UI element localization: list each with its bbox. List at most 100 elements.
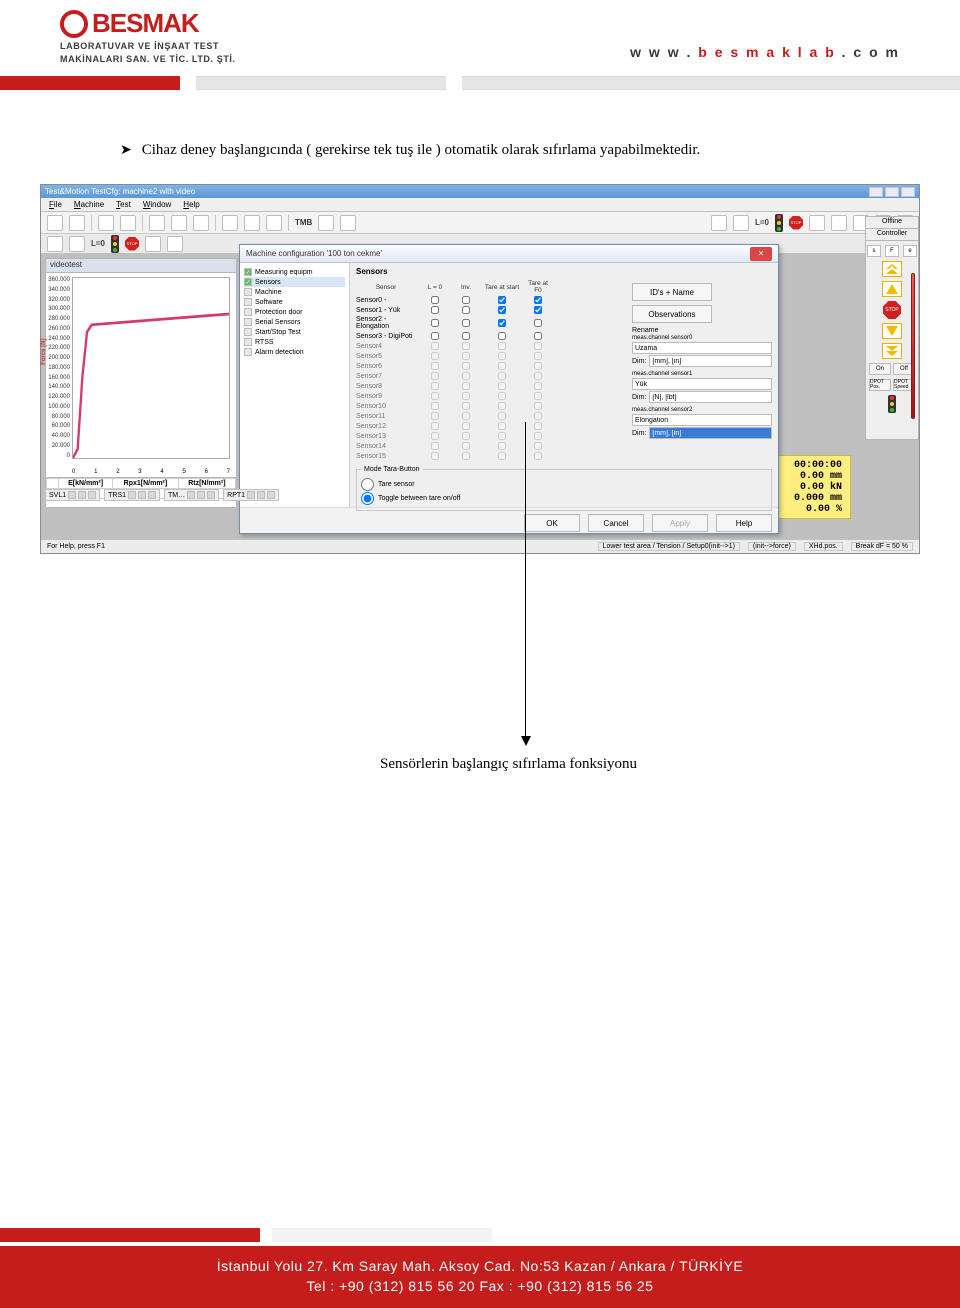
cancel-button[interactable]: Cancel — [588, 514, 644, 532]
sensor-checkbox[interactable] — [534, 332, 542, 340]
sensor-label: Sensor1 - Yük — [356, 307, 416, 314]
sensor-label: Sensor7 — [356, 373, 416, 380]
config-tree[interactable]: ✓Measuring equipm ✓Sensors Machine Softw… — [240, 263, 350, 507]
tb-icon[interactable] — [47, 215, 63, 231]
menu-machine[interactable]: Machine — [74, 200, 104, 209]
stop-button[interactable]: STOP — [883, 301, 901, 319]
sensor-checkbox[interactable] — [534, 319, 542, 327]
dim1-input[interactable] — [649, 391, 772, 403]
statusbar: For Help, press F1 Lower test area / Ten… — [41, 539, 919, 553]
controller-label: Controller — [866, 229, 918, 241]
max-button[interactable] — [885, 187, 899, 197]
tb-icon[interactable] — [47, 236, 63, 252]
tb-help-icon[interactable] — [340, 215, 356, 231]
stop-icon[interactable]: STOP — [789, 216, 803, 230]
sensor-checkbox[interactable] — [431, 306, 439, 314]
sensor-checkbox — [534, 352, 542, 360]
min-button[interactable] — [869, 187, 883, 197]
menu-window[interactable]: Window — [143, 200, 171, 209]
stop-icon[interactable]: STOP — [125, 237, 139, 251]
y-axis-title: Force [N] — [41, 338, 47, 364]
sensor-checkbox[interactable] — [534, 306, 542, 314]
observations-button[interactable]: Observations — [632, 305, 712, 323]
dpot-pos-button[interactable]: DPOT Pos. — [869, 379, 891, 391]
sensor-checkbox[interactable] — [498, 319, 506, 327]
tb-icon[interactable] — [149, 215, 165, 231]
close-button[interactable] — [901, 187, 915, 197]
sensor-checkbox[interactable] — [462, 296, 470, 304]
tb-icon[interactable] — [733, 215, 749, 231]
menu-file[interactable]: File — [49, 200, 62, 209]
dialog-buttons: OK Cancel Apply Help — [240, 507, 778, 538]
tab-tm[interactable]: TM… — [164, 489, 219, 501]
sensor-checkbox — [462, 442, 470, 450]
tb-on-icon[interactable] — [831, 215, 847, 231]
ok-button[interactable]: OK — [524, 514, 580, 532]
tb-icon[interactable] — [711, 215, 727, 231]
tb-icon[interactable] — [244, 215, 260, 231]
tb-hammer-icon[interactable] — [222, 215, 238, 231]
on-button[interactable]: On — [869, 363, 891, 375]
sensor-checkbox — [431, 402, 439, 410]
sensor-checkbox[interactable] — [462, 306, 470, 314]
sensor-checkbox[interactable] — [498, 306, 506, 314]
sensor-checkbox[interactable] — [534, 296, 542, 304]
logo-text: BESMAK — [92, 8, 199, 39]
sensor-checkbox — [498, 392, 506, 400]
tb-icon[interactable] — [120, 215, 136, 231]
tab-rpt1[interactable]: RPT1 — [223, 489, 279, 501]
dim2-input[interactable] — [649, 427, 772, 439]
tb-icon[interactable] — [167, 236, 183, 252]
sensor-pane-title: Sensors — [356, 267, 772, 276]
sensor-checkbox[interactable] — [462, 332, 470, 340]
sensor-checkbox[interactable] — [431, 332, 439, 340]
tb-tmb-label[interactable]: TMB — [295, 218, 312, 227]
tb2-l0-label[interactable]: L=0 — [91, 239, 105, 248]
tb-icon[interactable] — [69, 215, 85, 231]
ctrl-f-button[interactable]: F — [885, 245, 899, 257]
menu-test[interactable]: Test — [116, 200, 131, 209]
mode-radio-1[interactable] — [361, 478, 374, 491]
tb-icon[interactable] — [809, 215, 825, 231]
tb-icon[interactable] — [69, 236, 85, 252]
sensor-checkbox[interactable] — [498, 296, 506, 304]
sensor-checkbox[interactable] — [431, 296, 439, 304]
tb-icon[interactable] — [266, 215, 282, 231]
sensor-checkbox[interactable] — [462, 319, 470, 327]
node-icon — [244, 308, 252, 316]
arrow-fast-down-button[interactable] — [882, 343, 902, 359]
sensor-checkbox[interactable] — [498, 332, 506, 340]
tab-trs1[interactable]: TRS1 — [104, 489, 160, 501]
apply-button[interactable]: Apply — [652, 514, 708, 532]
mode-radio-2[interactable] — [361, 492, 374, 505]
tb-icon[interactable] — [145, 236, 161, 252]
sensor-checkbox — [431, 382, 439, 390]
ids-name-button[interactable]: ID's + Name — [632, 283, 712, 301]
arrow-up-button[interactable] — [882, 281, 902, 297]
arrow-fast-up-button[interactable] — [882, 261, 902, 277]
tab-svl1[interactable]: SVL1 — [45, 489, 100, 501]
tb-icon[interactable] — [318, 215, 334, 231]
help-button[interactable]: Help — [716, 514, 772, 532]
dialog-close-button[interactable]: ✕ — [750, 247, 772, 261]
site-url: w w w . b e s m a k l a b . c o m — [630, 44, 900, 60]
dim0-input[interactable] — [649, 355, 772, 367]
sensor-checkbox[interactable] — [431, 319, 439, 327]
tb-icon[interactable] — [193, 215, 209, 231]
tb-icon[interactable] — [171, 215, 187, 231]
menu-help[interactable]: Help — [183, 200, 199, 209]
rename-ch0-input[interactable] — [632, 342, 772, 354]
ctrl-e-button[interactable]: e — [903, 245, 917, 257]
chart-tab[interactable]: videotest — [46, 259, 236, 273]
ctrl-s-button[interactable]: s — [867, 245, 881, 257]
slider-bar[interactable] — [911, 273, 915, 419]
callout-text: Sensörlerin başlangıç sıfırlama fonksiyo… — [380, 756, 637, 773]
tb-l0-label[interactable]: L=0 — [755, 218, 769, 227]
tb-open-icon[interactable] — [98, 215, 114, 231]
sensor-label: Sensor4 — [356, 343, 416, 350]
rename-ch2-input[interactable] — [632, 414, 772, 426]
arrow-down-button[interactable] — [882, 323, 902, 339]
rename-ch1-input[interactable] — [632, 378, 772, 390]
sensor-checkbox — [462, 432, 470, 440]
status-help: For Help, press F1 — [47, 543, 105, 550]
